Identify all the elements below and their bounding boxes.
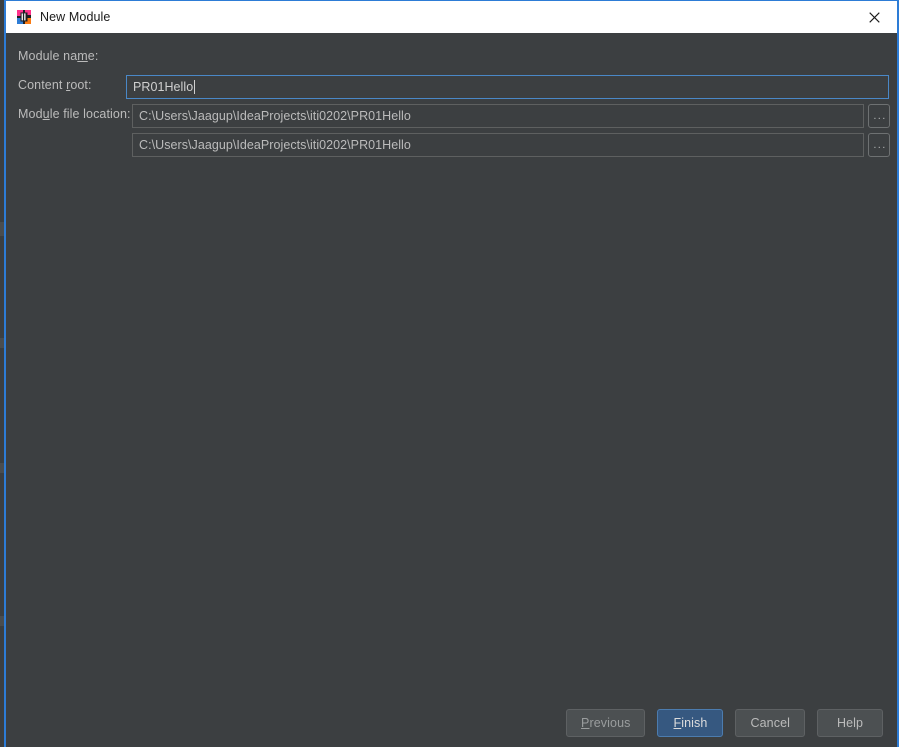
dialog-body: Module name: PR01Hello Content root: C:\… — [6, 33, 897, 747]
content-root-input[interactable]: C:\Users\Jaagup\IdeaProjects\iti0202\PR0… — [132, 104, 864, 128]
module-file-location-browse-button[interactable]: ... — [868, 133, 890, 157]
dialog-title: New Module — [40, 10, 111, 24]
new-module-dialog: New Module Module name: PR01Hello Conten… — [4, 0, 899, 747]
module-name-row: Module name: — [6, 44, 98, 68]
module-name-input[interactable]: PR01Hello — [126, 75, 889, 99]
module-file-location-label: Module file location: — [18, 107, 131, 121]
dialog-titlebar: New Module — [6, 0, 897, 33]
module-file-location-input[interactable]: C:\Users\Jaagup\IdeaProjects\iti0202\PR0… — [132, 133, 864, 157]
previous-button[interactable]: Previous — [566, 709, 646, 737]
dialog-button-bar: Previous Finish Cancel Help — [566, 709, 883, 737]
finish-button[interactable]: Finish — [657, 709, 724, 737]
content-root-label: Content root: — [18, 78, 92, 92]
module-name-value: PR01Hello — [133, 80, 194, 94]
module-name-label: Module name: — [18, 49, 99, 63]
cancel-button[interactable]: Cancel — [735, 709, 805, 737]
module-file-location-row: Module file location: — [6, 102, 131, 126]
module-file-location-value: C:\Users\Jaagup\IdeaProjects\iti0202\PR0… — [139, 138, 411, 152]
help-button[interactable]: Help — [817, 709, 883, 737]
intellij-idea-icon — [16, 9, 32, 25]
content-root-value: C:\Users\Jaagup\IdeaProjects\iti0202\PR0… — [139, 109, 411, 123]
content-root-browse-button[interactable]: ... — [868, 104, 890, 128]
content-root-row: Content root: — [6, 73, 92, 97]
close-icon[interactable] — [851, 1, 897, 33]
text-caret — [194, 80, 196, 94]
